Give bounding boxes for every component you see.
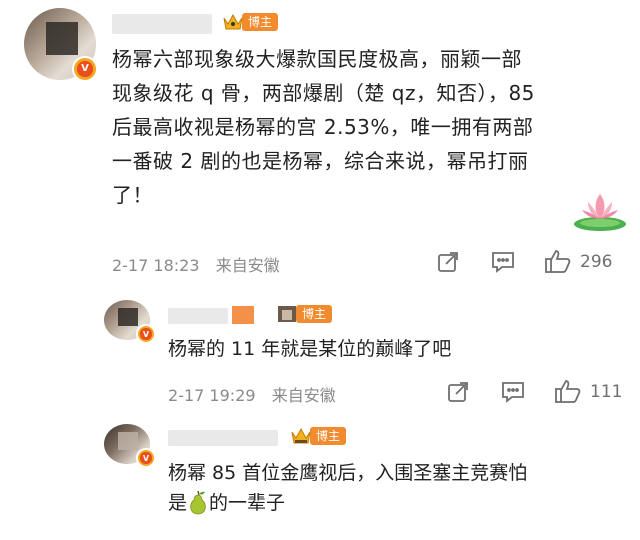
reply-body: 杨幂 85 首位金鹰视后，入围圣塞主竞赛怕 是 的一辈子 bbox=[168, 458, 628, 518]
post-time: 2-17 18:23 bbox=[112, 256, 200, 275]
post-body-line: 现象级花 q 骨，两部爆剧（楚 qz，知否），85 bbox=[112, 81, 535, 105]
comment-icon[interactable] bbox=[490, 250, 516, 274]
reply-author-name-accent bbox=[232, 306, 254, 324]
verified-v-icon: V bbox=[72, 56, 98, 82]
reply-author-name-masked[interactable] bbox=[168, 308, 228, 324]
reply-body-text: 是 bbox=[168, 492, 188, 514]
thumbs-up-icon[interactable] bbox=[554, 378, 582, 404]
like-count: 111 bbox=[590, 382, 623, 402]
reply-body-text: 的一辈子 bbox=[209, 492, 286, 514]
post-body-line: 后最高收视是杨幂的宫 2.53%，唯一拥有两部 bbox=[112, 115, 534, 139]
post-body-line: 一番破 2 剧的也是杨幂，综合来说，幂吊打丽 bbox=[112, 149, 529, 173]
blogger-badge-label: 博主 bbox=[310, 427, 347, 445]
verified-v-icon: V bbox=[136, 448, 156, 468]
like-count: 296 bbox=[580, 252, 613, 272]
share-icon[interactable] bbox=[446, 380, 470, 404]
post-location: 来自安徽 bbox=[215, 256, 280, 275]
reply-body-line: 是 的一辈子 bbox=[168, 488, 628, 518]
blogger-badge: 博主 bbox=[276, 304, 333, 324]
crown-icon bbox=[276, 304, 298, 324]
reply-body-line: 杨幂 85 首位金鹰视后，入围圣塞主竞赛怕 bbox=[168, 462, 528, 484]
post-body-line: 了！ bbox=[112, 183, 153, 207]
lotus-emoji-icon bbox=[570, 188, 628, 232]
thumbs-up-icon[interactable] bbox=[544, 248, 572, 274]
blogger-badge: 博主 bbox=[222, 12, 279, 32]
post-author-name-masked[interactable] bbox=[112, 14, 212, 34]
crown-icon bbox=[222, 12, 244, 32]
pear-emoji-icon bbox=[187, 489, 209, 515]
reply-body: 杨幂的 11 年就是某位的巅峰了吧 bbox=[168, 338, 452, 360]
reply-location: 来自安徽 bbox=[271, 386, 336, 405]
reply-meta: 2-17 19:29 来自安徽 bbox=[168, 382, 336, 406]
blogger-badge: 博主 bbox=[290, 426, 347, 446]
reply-author-name-masked[interactable] bbox=[168, 430, 278, 446]
post-body: 杨幂六部现象级大爆款国民度极高，丽颖一部 现象级花 q 骨，两部爆剧（楚 qz，… bbox=[112, 42, 622, 212]
blogger-badge-label: 博主 bbox=[296, 305, 333, 323]
post-body-line: 杨幂六部现象级大爆款国民度极高，丽颖一部 bbox=[112, 47, 522, 71]
crown-icon bbox=[290, 426, 312, 446]
blogger-badge-label: 博主 bbox=[242, 13, 279, 31]
verified-v-icon: V bbox=[136, 324, 156, 344]
share-icon[interactable] bbox=[436, 250, 460, 274]
comment-icon[interactable] bbox=[500, 380, 526, 404]
post-meta: 2-17 18:23 来自安徽 bbox=[112, 252, 280, 276]
reply-time: 2-17 19:29 bbox=[168, 386, 256, 405]
